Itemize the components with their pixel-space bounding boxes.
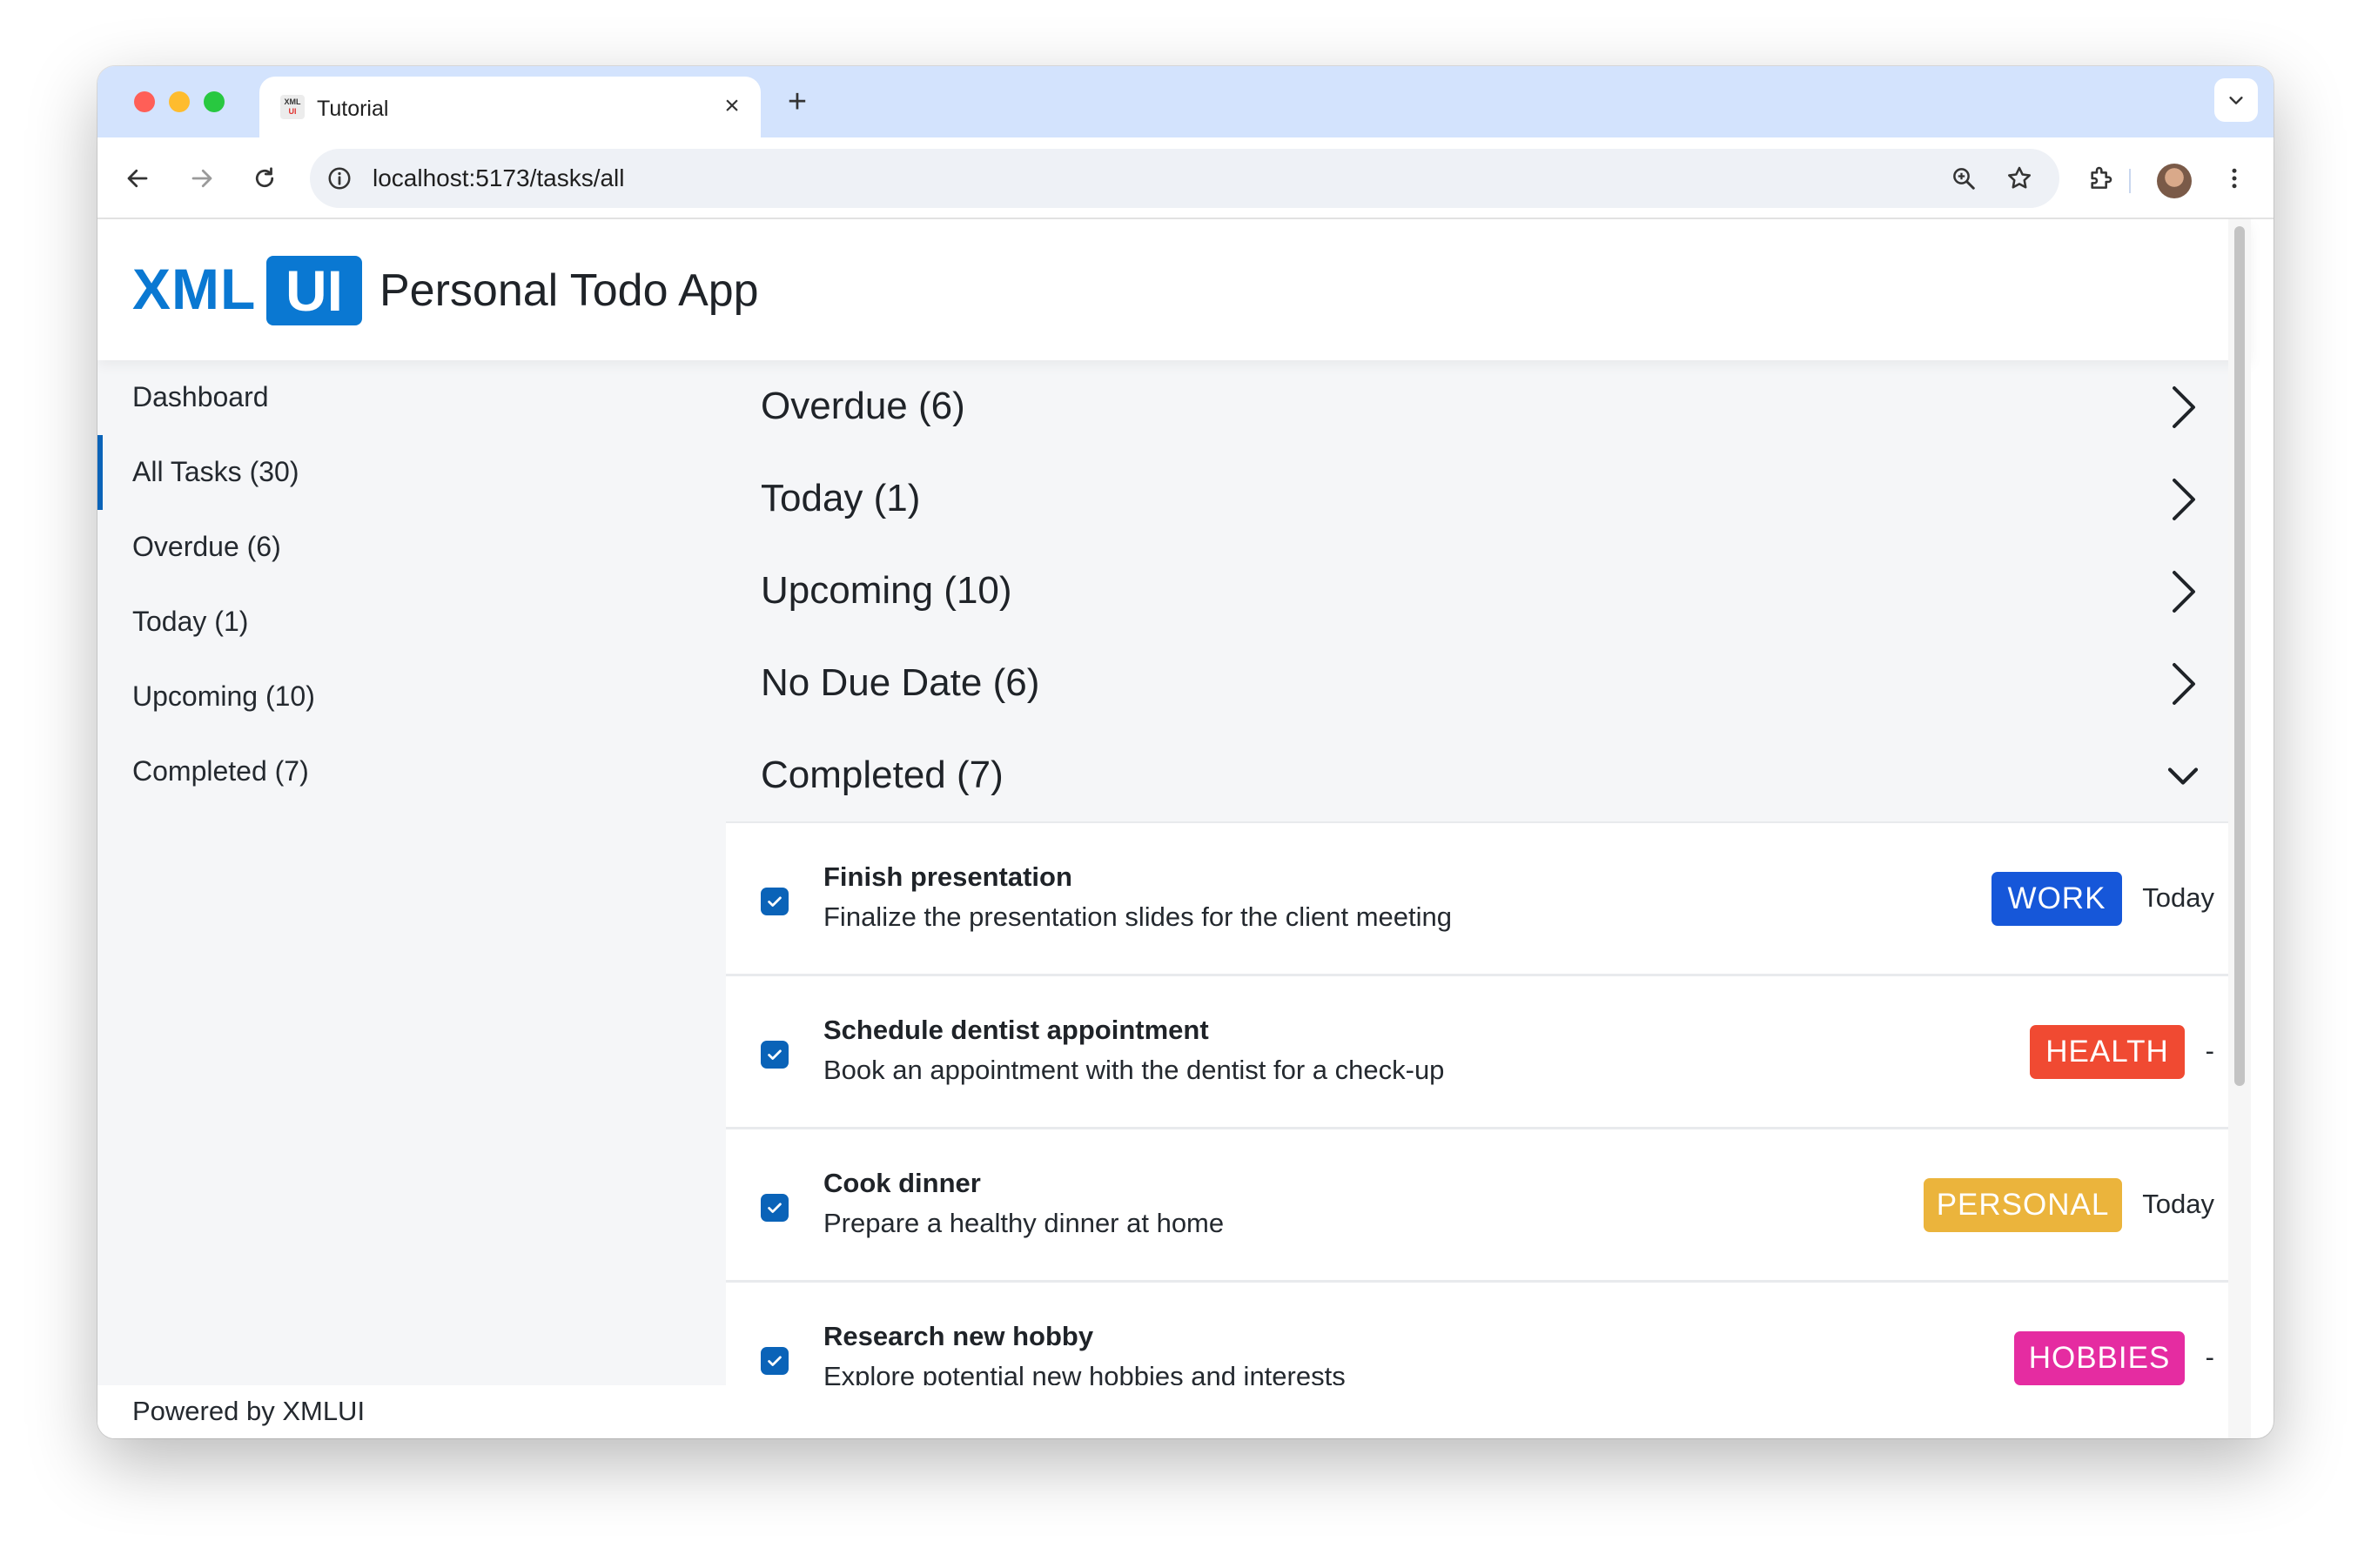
- arrow-left-icon: [127, 169, 148, 188]
- chevron-right-icon: [2159, 660, 2207, 708]
- section-no-due-date[interactable]: No Due Date (6): [726, 637, 2251, 729]
- task-checkbox[interactable]: [761, 1347, 789, 1375]
- task-title: Finish presentation: [823, 861, 1072, 892]
- task-row[interactable]: Research new hobby Explore potential new…: [726, 1283, 2251, 1385]
- logo-badge[interactable]: UI: [266, 256, 362, 325]
- sidebar-item-dashboard[interactable]: Dashboard: [132, 381, 269, 413]
- browser-window: XML UI Tutorial × + localhost:5173/tasks…: [97, 66, 2274, 1438]
- close-window-button[interactable]: [134, 91, 155, 112]
- bookmark-star-icon[interactable]: [2004, 163, 2035, 194]
- more-menu-icon[interactable]: [2216, 160, 2253, 197]
- tab-close-icon[interactable]: ×: [719, 93, 745, 120]
- chevron-right-icon: [2159, 383, 2207, 432]
- category-badge: WORK: [1992, 872, 2122, 926]
- section-label: Upcoming (10): [761, 569, 1012, 612]
- tab-title: Tutorial: [317, 97, 389, 121]
- sidebar-item-overdue[interactable]: Overdue (6): [132, 531, 281, 563]
- section-label: No Due Date (6): [761, 661, 1040, 704]
- chevron-right-icon: [2159, 567, 2207, 616]
- url-text[interactable]: localhost:5173/tasks/all: [373, 164, 625, 192]
- toolbar-divider: [2129, 169, 2131, 193]
- task-description: Book an appointment with the dentist for…: [823, 1055, 1445, 1085]
- task-title: Research new hobby: [823, 1321, 1094, 1351]
- browser-tab[interactable]: XML UI Tutorial ×: [259, 77, 761, 137]
- task-due-date: -: [2205, 1035, 2214, 1066]
- sidebar-item-completed[interactable]: Completed (7): [132, 755, 309, 787]
- back-button[interactable]: [120, 161, 155, 196]
- task-checkbox[interactable]: [761, 1194, 789, 1222]
- minimize-window-button[interactable]: [169, 91, 190, 112]
- app-title: Personal Todo App: [379, 265, 759, 316]
- address-bar[interactable]: localhost:5173/tasks/all: [310, 149, 2059, 208]
- task-checkbox[interactable]: [761, 888, 789, 915]
- task-due-date: Today: [2142, 1189, 2214, 1219]
- chevron-down-icon: [2159, 752, 2207, 801]
- section-label: Overdue (6): [761, 385, 965, 427]
- section-upcoming[interactable]: Upcoming (10): [726, 545, 2251, 637]
- zoom-icon[interactable]: [1948, 163, 1979, 194]
- main-content: Overdue (6) Today (1) Upcoming (10) No D…: [726, 360, 2251, 1385]
- section-completed[interactable]: Completed (7): [726, 729, 2251, 823]
- task-description: Finalize the presentation slides for the…: [823, 901, 1453, 932]
- extensions-icon[interactable]: [2082, 160, 2119, 197]
- arrow-right-icon: [191, 169, 212, 188]
- xmlui-favicon-icon: XML UI: [280, 95, 305, 119]
- task-title: Cook dinner: [823, 1168, 981, 1198]
- new-tab-button[interactable]: +: [780, 85, 815, 120]
- active-nav-indicator: [97, 435, 103, 510]
- section-today[interactable]: Today (1): [726, 452, 2251, 545]
- section-label: Today (1): [761, 477, 921, 519]
- sidebar-item-upcoming[interactable]: Upcoming (10): [132, 680, 315, 713]
- chevron-down-icon: [2229, 97, 2243, 104]
- task-row[interactable]: Schedule dentist appointment Book an app…: [726, 976, 2251, 1129]
- checkmark-icon: [768, 896, 782, 907]
- task-checkbox[interactable]: [761, 1041, 789, 1069]
- checkmark-icon: [768, 1049, 782, 1060]
- category-badge: PERSONAL: [1924, 1178, 2122, 1232]
- zoom-window-button[interactable]: [204, 91, 225, 112]
- forward-button[interactable]: [185, 161, 219, 196]
- app-footer: Powered by XMLUI: [97, 1385, 2251, 1438]
- app-root: XML UI Personal Todo App Dashboard All T…: [97, 219, 2251, 1438]
- task-description: Prepare a healthy dinner at home: [823, 1208, 1225, 1238]
- sidebar-item-today[interactable]: Today (1): [132, 606, 248, 638]
- task-due-date: Today: [2142, 882, 2214, 913]
- site-info-icon[interactable]: [324, 163, 355, 194]
- sidebar: Dashboard All Tasks (30) Overdue (6) Tod…: [97, 360, 726, 1385]
- task-due-date: -: [2205, 1342, 2214, 1372]
- app-header: XML UI Personal Todo App: [97, 219, 2251, 360]
- category-badge: HOBBIES: [2014, 1331, 2185, 1385]
- section-overdue[interactable]: Overdue (6): [726, 360, 2251, 452]
- task-row[interactable]: Cook dinner Prepare a healthy dinner at …: [726, 1129, 2251, 1283]
- profile-avatar[interactable]: [2157, 164, 2192, 198]
- checkmark-icon: [768, 1203, 782, 1213]
- scrollbar[interactable]: [2228, 219, 2251, 1438]
- reload-button[interactable]: [247, 161, 282, 196]
- checkmark-icon: [768, 1356, 782, 1366]
- browser-toolbar: localhost:5173/tasks/all: [97, 137, 2274, 219]
- task-title: Schedule dentist appointment: [823, 1015, 1209, 1045]
- sidebar-item-all-tasks[interactable]: All Tasks (30): [132, 456, 299, 488]
- logo-text[interactable]: XML: [132, 256, 256, 322]
- reload-icon: [255, 167, 274, 188]
- section-label: Completed (7): [761, 754, 1004, 796]
- tab-search-button[interactable]: [2214, 78, 2258, 122]
- task-row[interactable]: Finish presentation Finalize the present…: [726, 823, 2251, 976]
- chevron-right-icon: [2159, 475, 2207, 524]
- footer-text: Powered by XMLUI: [132, 1396, 366, 1426]
- tab-strip: XML UI Tutorial × +: [97, 66, 2274, 137]
- scrollbar-thumb[interactable]: [2234, 226, 2245, 1086]
- category-badge: HEALTH: [2030, 1025, 2185, 1079]
- task-description: Explore potential new hobbies and intere…: [823, 1361, 1346, 1385]
